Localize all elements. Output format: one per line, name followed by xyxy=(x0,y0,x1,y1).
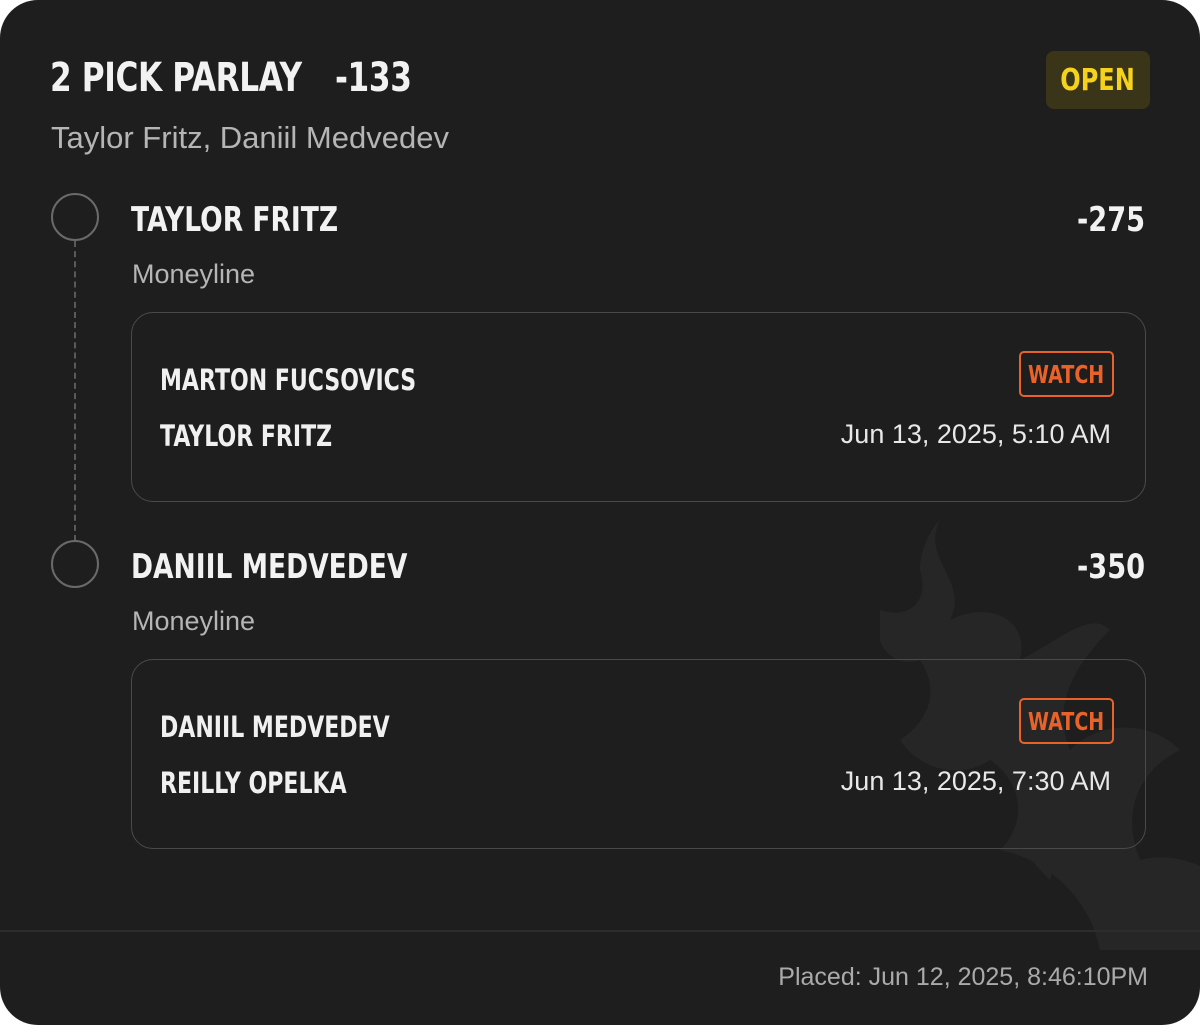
bet-card: 2 PICK PARLAY -133 Taylor Fritz, Daniil … xyxy=(0,0,1200,1025)
watch-button[interactable]: WATCH xyxy=(1019,698,1114,744)
leg-status-circle-icon xyxy=(51,193,99,241)
leg-market: Moneyline xyxy=(132,259,256,289)
match-datetime: Jun 13, 2025, 5:10 AM xyxy=(840,419,1111,449)
watch-button-label: WATCH xyxy=(1028,706,1105,736)
footer-divider xyxy=(0,930,1200,932)
leg-selection: DANIIL MEDVEDEV xyxy=(131,547,408,587)
watch-button[interactable]: WATCH xyxy=(1019,351,1114,397)
status-badge: OPEN xyxy=(1046,51,1150,109)
timeline-connector xyxy=(74,241,76,541)
leg-selection: TAYLOR FRITZ xyxy=(131,200,339,240)
watch-button-label: WATCH xyxy=(1028,359,1105,389)
bet-header: 2 PICK PARLAY -133 xyxy=(50,55,412,101)
bet-subtitle: Taylor Fritz, Daniil Medvedev xyxy=(51,120,449,155)
bet-title: 2 PICK PARLAY xyxy=(50,55,302,101)
match-player-2: TAYLOR FRITZ xyxy=(160,419,333,453)
match-card: DANIIL MEDVEDEV REILLY OPELKA WATCH Jun … xyxy=(131,659,1146,849)
leg-market: Moneyline xyxy=(132,606,256,636)
match-datetime: Jun 13, 2025, 7:30 AM xyxy=(840,766,1111,796)
match-player-2: REILLY OPELKA xyxy=(160,766,347,800)
bet-odds: -133 xyxy=(335,55,412,101)
status-label: OPEN xyxy=(1060,62,1136,98)
match-player-1: MARTON FUCSOVICS xyxy=(160,363,417,397)
match-card: MARTON FUCSOVICS TAYLOR FRITZ WATCH Jun … xyxy=(131,312,1146,502)
leg-status-circle-icon xyxy=(51,540,99,588)
placed-timestamp: Placed: Jun 12, 2025, 8:46:10PM xyxy=(778,963,1148,991)
leg-odds: -350 xyxy=(1076,547,1145,587)
match-player-1: DANIIL MEDVEDEV xyxy=(160,710,390,744)
leg-odds: -275 xyxy=(1076,200,1145,240)
